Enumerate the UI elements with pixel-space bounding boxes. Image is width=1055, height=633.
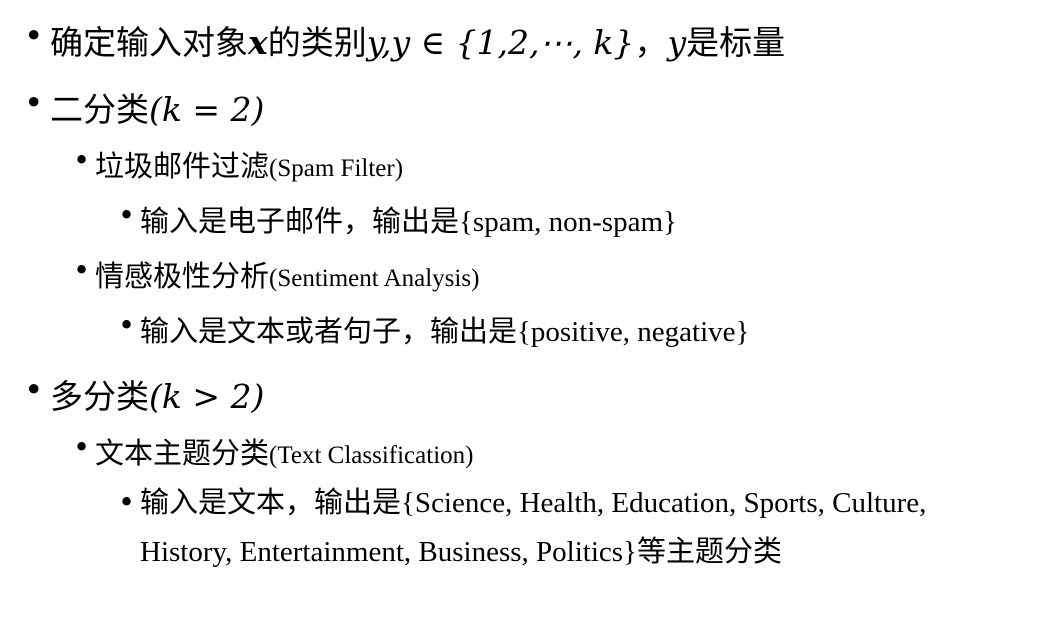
bullet-icon: • [73, 253, 91, 287]
definition-text-b: 的类别 [267, 23, 367, 62]
sentiment-label-set: {positive, negative} [517, 316, 750, 348]
topic-detail-text: 输入是文本，输出是 [140, 485, 402, 519]
bullet-item-spam-filter: • 垃圾邮件过滤(Spam Filter) [73, 143, 404, 185]
bullet-icon: • [118, 485, 136, 519]
bullet-item-topic-detail: • 输入是文本，输出是{Science, Health, Education, … [118, 478, 1020, 576]
sentiment-heading: 情感极性分析 [95, 259, 270, 293]
spam-label-set: {spam, non-spam} [459, 206, 677, 238]
topic-heading: 文本主题分类 [95, 436, 270, 470]
topic-detail-tail: 等主题分类 [636, 534, 782, 568]
bullet-item-sentiment-detail: • 输入是文本或者句子，输出是{positive, negative} [118, 308, 750, 350]
bullet-item-multiclass-classification: • 多分类(k > 2) [24, 370, 265, 418]
spam-heading-en: (Spam Filter) [269, 155, 404, 182]
bullet-icon: • [24, 83, 44, 122]
bullet-icon: • [73, 143, 91, 177]
bullet-icon: • [73, 430, 91, 464]
definition-text-c: 是标量 [686, 23, 786, 62]
topic-heading-en: (Text Classification) [269, 442, 474, 469]
bullet-item-spam-detail: • 输入是电子邮件，输出是{spam, non-spam} [118, 198, 677, 240]
label-set-formula: y,y ∈ {1,2,⋯, k} [366, 23, 635, 62]
bullet-item-classification-definition: • 确定输入对象x的类别y,y ∈ {1,2,⋯, k}，y是标量 [24, 16, 786, 64]
spam-detail-text: 输入是电子邮件，输出是 [140, 204, 460, 238]
bullet-icon: • [118, 198, 136, 232]
definition-text-a: 确定输入对象 [50, 23, 248, 62]
sentiment-detail-text: 输入是文本或者句子，输出是 [140, 314, 518, 348]
bullet-item-binary-classification: • 二分类(k = 2) [24, 83, 265, 131]
binary-heading: 二分类 [50, 90, 149, 129]
multiclass-k-formula: (k > 2) [149, 377, 265, 416]
bullet-icon: • [24, 370, 44, 409]
multiclass-heading: 多分类 [50, 377, 149, 416]
slide: • 确定输入对象x的类别y,y ∈ {1,2,⋯, k}，y是标量 • 二分类(… [0, 0, 1055, 633]
bullet-icon: • [24, 16, 44, 55]
binary-k-formula: (k = 2) [149, 90, 265, 129]
input-object-symbol: x [248, 23, 268, 62]
bullet-icon: • [118, 308, 136, 342]
definition-separator: ， [634, 23, 668, 62]
spam-heading: 垃圾邮件过滤 [95, 149, 270, 183]
bullet-item-sentiment-analysis: • 情感极性分析(Sentiment Analysis) [73, 253, 480, 295]
sentiment-heading-en: (Sentiment Analysis) [269, 265, 480, 292]
label-symbol: y [667, 23, 687, 62]
bullet-item-text-classification: • 文本主题分类(Text Classification) [73, 430, 474, 472]
